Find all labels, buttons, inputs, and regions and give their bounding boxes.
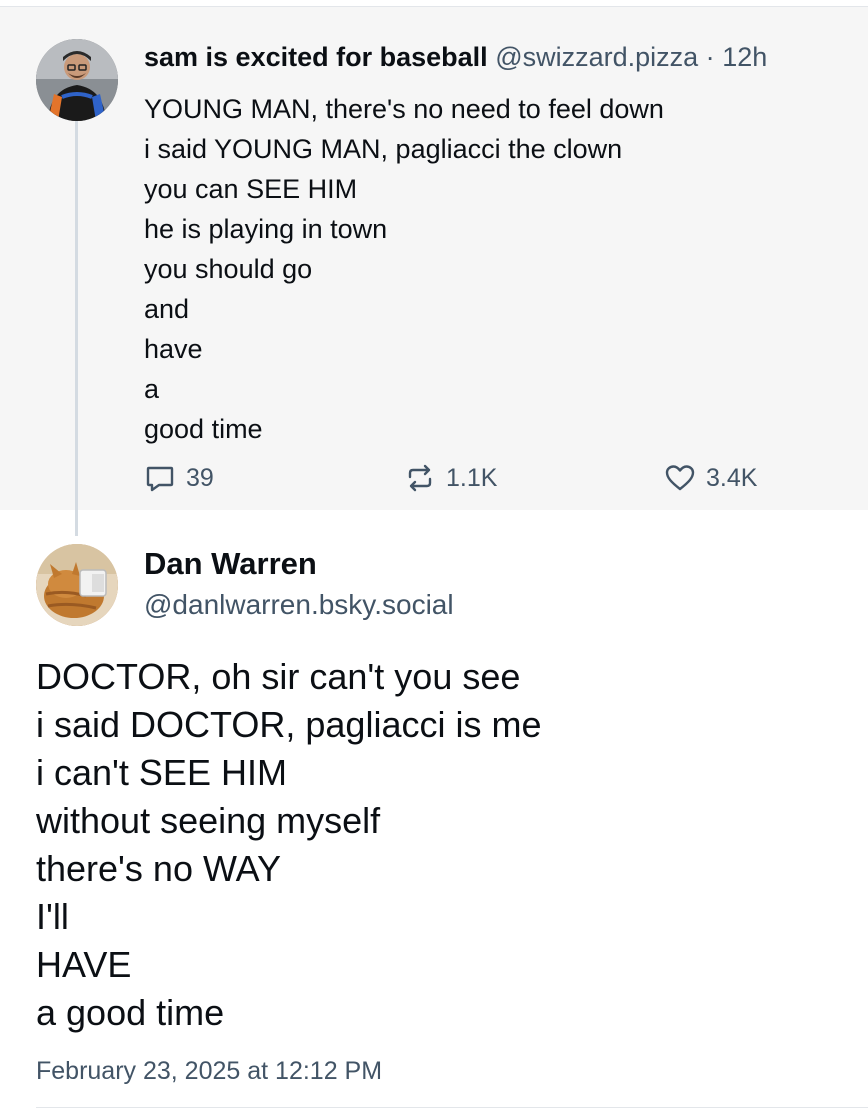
post-line: YOUNG MAN, there's no need to feel down xyxy=(144,94,664,124)
like-count: 3.4K xyxy=(706,463,758,492)
reply-handle[interactable]: @danlwarren.bsky.social xyxy=(144,589,454,621)
person-in-mets-jersey-icon xyxy=(36,39,118,121)
repost-count: 1.1K xyxy=(446,463,498,492)
parent-post-header: sam is excited for baseball @swizzard.pi… xyxy=(144,42,767,73)
reply-line: without seeing myself xyxy=(36,800,381,841)
reply-line: DOCTOR, oh sir can't you see xyxy=(36,656,521,697)
display-name[interactable]: sam is excited for baseball xyxy=(144,42,488,72)
post-line: good time xyxy=(144,414,263,444)
reply-display-name[interactable]: Dan Warren xyxy=(144,546,317,582)
post-line: i said YOUNG MAN, pagliacci the clown xyxy=(144,134,623,164)
reply-timestamp[interactable]: February 23, 2025 at 12:12 PM xyxy=(36,1057,382,1086)
reply-line: there's no WAY xyxy=(36,848,281,889)
bottom-divider xyxy=(36,1107,868,1108)
handle[interactable]: @swizzard.pizza xyxy=(495,42,698,72)
post-line: he is playing in town xyxy=(144,214,388,244)
avatar-sam[interactable] xyxy=(36,39,118,121)
post-time[interactable]: 12h xyxy=(722,42,767,72)
post-actions: 39 1.1K 3.4K xyxy=(144,462,784,502)
thread-connector-line xyxy=(75,120,78,536)
heart-icon xyxy=(665,465,695,491)
post-line: and xyxy=(144,294,190,324)
reply-count: 39 xyxy=(186,463,214,492)
repost-icon xyxy=(408,464,432,492)
post-line: you should go xyxy=(144,254,313,284)
avatar-dan[interactable] xyxy=(36,544,118,626)
reply-line: HAVE xyxy=(36,944,132,985)
reply-line: I'll xyxy=(36,896,69,937)
parent-post-text: YOUNG MAN, there's no need to feel down … xyxy=(144,89,664,449)
post-line: you can SEE HIM xyxy=(144,174,358,204)
reply-button[interactable]: 39 xyxy=(144,462,214,494)
post-line: a xyxy=(144,374,160,404)
reply-line: i said DOCTOR, pagliacci is me xyxy=(36,704,542,745)
top-divider xyxy=(0,0,868,7)
separator-dot: · xyxy=(705,42,715,72)
post-line: have xyxy=(144,334,203,364)
repost-button[interactable]: 1.1K xyxy=(404,462,497,494)
like-button[interactable]: 3.4K xyxy=(664,462,757,494)
reply-line: i can't SEE HIM xyxy=(36,752,287,793)
cat-icon xyxy=(36,544,118,626)
reply-icon xyxy=(146,466,174,492)
reply-post-text: DOCTOR, oh sir can't you see i said DOCT… xyxy=(36,653,541,1037)
reply-line: a good time xyxy=(36,992,225,1033)
